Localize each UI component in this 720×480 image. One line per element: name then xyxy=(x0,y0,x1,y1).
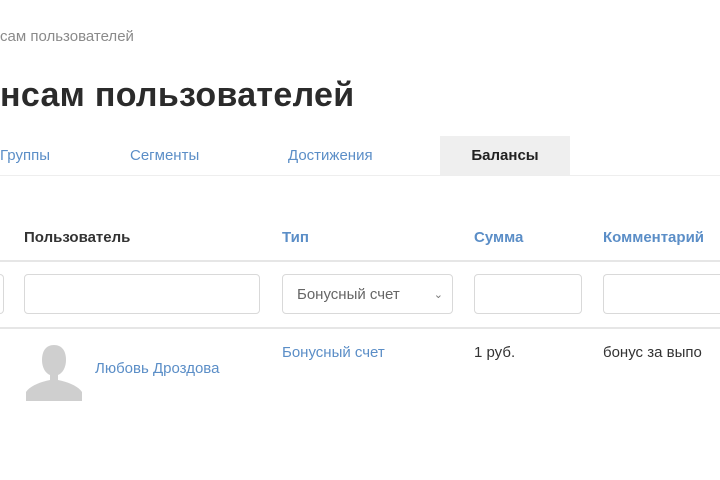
column-header-comment[interactable]: Комментарий xyxy=(603,229,704,246)
chevron-down-icon: ⌄ xyxy=(433,289,443,301)
type-link[interactable]: Бонусный счет xyxy=(282,344,385,361)
filter-user-input[interactable] xyxy=(24,274,260,314)
tab-groups[interactable]: Группы xyxy=(0,136,50,175)
column-header-type[interactable]: Тип xyxy=(282,229,309,246)
filter-divider xyxy=(0,327,720,329)
comment-cell: бонус за выпо xyxy=(603,344,702,361)
column-header-sum[interactable]: Сумма xyxy=(474,229,523,246)
filter-type-value: Бонусный счет xyxy=(297,286,400,303)
user-link[interactable]: Любовь Дроздова xyxy=(95,360,219,377)
filter-type-select[interactable]: Бонусный счет ⌄ xyxy=(282,274,453,314)
filter-id-input[interactable] xyxy=(0,274,4,314)
avatar-placeholder-icon[interactable] xyxy=(24,341,84,401)
tabs-divider xyxy=(0,175,720,176)
column-header-user: Пользователь xyxy=(24,229,131,246)
tab-segments[interactable]: Сегменты xyxy=(130,136,199,175)
tab-achievements[interactable]: Достижения xyxy=(288,136,373,175)
sum-cell: 1 руб. xyxy=(474,344,516,361)
breadcrumb[interactable]: сам пользователей xyxy=(0,28,134,45)
page-title: нсам пользователей xyxy=(0,76,355,114)
filter-comment-input[interactable] xyxy=(603,274,720,314)
filter-sum-input[interactable] xyxy=(474,274,582,314)
tab-balances[interactable]: Балансы xyxy=(440,136,570,175)
header-divider xyxy=(0,260,720,262)
